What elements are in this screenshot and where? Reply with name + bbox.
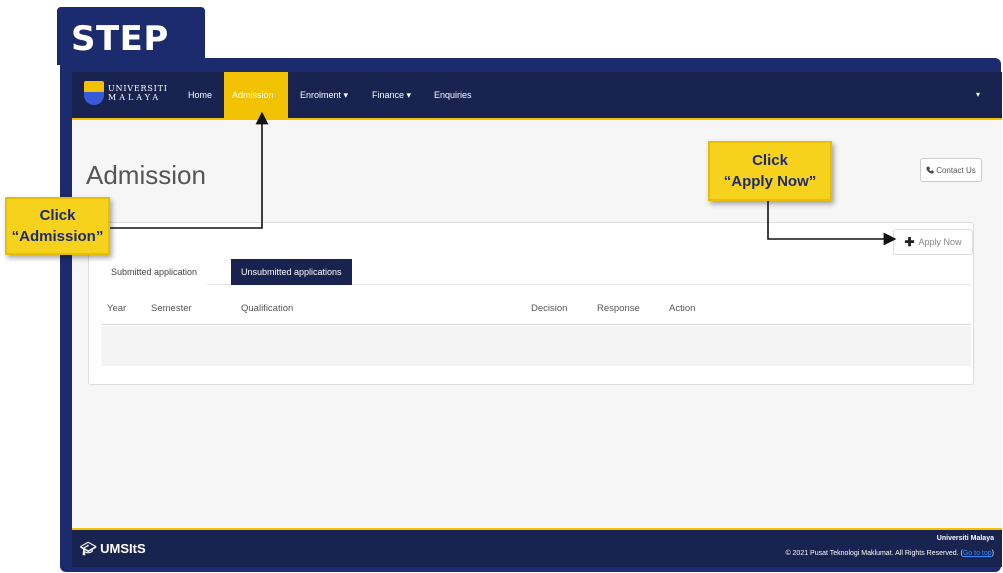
- callout-line: “Apply Now”: [723, 173, 817, 190]
- apply-now-button[interactable]: ✚ Apply Now: [893, 229, 973, 255]
- apply-now-callout: Click “Apply Now”: [708, 141, 832, 201]
- crest-icon: [84, 81, 104, 105]
- phone-icon: [926, 166, 934, 174]
- logo-line1: UNIVERSITI: [108, 84, 168, 93]
- empty-table-row: [101, 326, 971, 366]
- footer-university: Universiti Malaya: [936, 535, 994, 542]
- callout-line: “Admission”: [11, 228, 104, 245]
- application-tabs: Submitted application Unsubmitted applic…: [101, 259, 971, 285]
- contact-us-button[interactable]: Contact Us: [920, 158, 982, 182]
- nav-enrolment[interactable]: Enrolment ▾: [292, 72, 356, 118]
- admission-callout: Click “Admission”: [5, 197, 110, 255]
- column-header: Action: [669, 303, 696, 314]
- university-logo[interactable]: UNIVERSITI MALAYA: [84, 78, 168, 108]
- applications-panel: ✚ Apply Now Submitted application Unsubm…: [88, 222, 974, 385]
- apply-now-label: Apply Now: [918, 237, 962, 247]
- step-label: STEP 2: [57, 7, 205, 99]
- footer: 🎓︎ UMSItS Universiti Malaya © 2021 Pusat…: [72, 528, 1002, 567]
- nav-finance[interactable]: Finance ▾: [364, 72, 419, 118]
- top-navbar: UNIVERSITI MALAYA Home Admission Enrolme…: [72, 72, 1002, 120]
- column-header: Response: [597, 303, 640, 314]
- footer-brand: 🎓︎ UMSItS: [80, 541, 146, 557]
- nav-home[interactable]: Home: [180, 72, 220, 118]
- column-header: Qualification: [241, 303, 294, 314]
- nav-enquiries[interactable]: Enquiries: [426, 72, 480, 118]
- copyright-text: © 2021 Pusat Teknologi Maklumat. All Rig…: [785, 550, 959, 557]
- callout-line: Click: [752, 152, 788, 169]
- footer-brand-label: UMSItS: [100, 541, 146, 556]
- graduation-cap-icon: 🎓︎: [80, 541, 97, 556]
- column-header: Year: [107, 303, 127, 314]
- column-header: Decision: [531, 303, 568, 314]
- nav-admission[interactable]: Admission: [224, 72, 288, 118]
- callout-line: Click: [39, 207, 76, 224]
- footer-copyright: © 2021 Pusat Teknologi Maklumat. All Rig…: [785, 550, 994, 557]
- app-window: UNIVERSITI MALAYA Home Admission Enrolme…: [72, 72, 1002, 567]
- tab-submitted-application[interactable]: Submitted application: [101, 259, 208, 285]
- logo-line2: MALAYA: [108, 93, 162, 102]
- column-header: Semester: [151, 303, 192, 314]
- page-title: Admission: [86, 160, 206, 190]
- contact-us-label: Contact Us: [936, 165, 976, 175]
- go-to-top-link[interactable]: Go to top: [963, 550, 992, 557]
- table-header: Year Semester Qualification Decision Res…: [101, 295, 971, 325]
- plus-icon: ✚: [904, 235, 915, 249]
- user-menu-caret-icon[interactable]: ▾: [976, 72, 980, 118]
- tab-unsubmitted-applications[interactable]: Unsubmitted applications: [231, 259, 352, 285]
